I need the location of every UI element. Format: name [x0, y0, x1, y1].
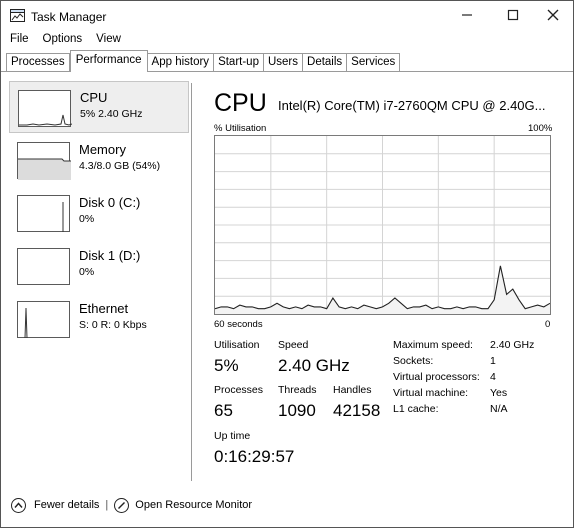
utilisation-label: Utilisation: [214, 339, 260, 351]
spec-key: Maximum speed:: [393, 339, 473, 351]
memory-thumbnail-graph: [17, 142, 71, 180]
panel-divider: [191, 83, 192, 481]
spec-value: N/A: [490, 403, 508, 415]
spec-value: 2.40 GHz: [490, 339, 535, 351]
sidebar-item-value: 0%: [79, 266, 95, 278]
speed-label: Speed: [278, 339, 309, 351]
tab-app-history[interactable]: App history: [147, 53, 215, 72]
sidebar-item-label: Ethernet: [79, 301, 129, 316]
footer: Fewer details | Open Resource Monitor: [11, 496, 252, 514]
window-title: Task Manager: [31, 10, 107, 24]
graph-max-label: 100%: [528, 123, 553, 134]
menu-file[interactable]: File: [6, 31, 33, 49]
tab-details[interactable]: Details: [303, 53, 348, 72]
maximize-button[interactable]: [491, 1, 535, 29]
cpu-utilisation-graph: [214, 135, 551, 315]
sidebar-item-disk-0[interactable]: Disk 0 (C:) 0%: [9, 187, 189, 239]
resource-monitor-icon[interactable]: [114, 497, 130, 513]
fewer-details-link[interactable]: Fewer details: [34, 499, 99, 511]
menu-bar: File Options View: [1, 31, 573, 49]
sidebar-item-label: Memory: [79, 142, 126, 157]
handles-value: 42158: [333, 401, 381, 420]
processes-value: 65: [214, 401, 233, 420]
maximize-icon: [507, 9, 519, 21]
utilisation-value: 5%: [214, 356, 239, 375]
spec-value: Yes: [490, 387, 508, 399]
spec-key: Virtual machine:: [393, 387, 469, 399]
uptime-label: Up time: [214, 430, 251, 442]
sidebar-item-cpu[interactable]: CPU 5% 2.40 GHz: [9, 81, 189, 133]
threads-label: Threads: [278, 384, 317, 396]
minimize-icon: [462, 14, 472, 16]
sidebar-item-value: S: 0 R: 0 Kbps: [79, 319, 147, 331]
ethernet-thumbnail-graph: [17, 301, 70, 339]
graph-axis-left-label: 60 seconds: [214, 319, 263, 330]
sidebar-item-memory[interactable]: Memory 4.3/8.0 GB (54%): [9, 134, 189, 186]
tab-start-up[interactable]: Start-up: [214, 53, 264, 72]
spec-key: L1 cache:: [393, 403, 439, 415]
title-bar: Task Manager: [1, 1, 573, 31]
footer-separator: |: [105, 499, 109, 511]
close-button[interactable]: [531, 1, 573, 29]
menu-options[interactable]: Options: [39, 31, 87, 49]
open-resource-monitor-link[interactable]: Open Resource Monitor: [135, 499, 252, 511]
tab-processes[interactable]: Processes: [6, 53, 70, 72]
tab-services[interactable]: Services: [347, 53, 401, 72]
sidebar-item-disk-1[interactable]: Disk 1 (D:) 0%: [9, 240, 189, 292]
cpu-model: Intel(R) Core(TM) i7-2760QM CPU @ 2.40G.…: [278, 98, 546, 113]
disk-0-thumbnail-graph: [17, 195, 70, 232]
menu-view[interactable]: View: [92, 31, 125, 49]
task-manager-window: Task Manager File Options View Processes…: [0, 0, 574, 528]
spec-key: Sockets:: [393, 355, 434, 367]
tab-users[interactable]: Users: [263, 53, 304, 72]
processes-label: Processes: [214, 384, 264, 396]
disk-1-thumbnail-graph: [17, 248, 70, 285]
speed-value: 2.40 GHz: [278, 356, 350, 375]
sidebar-item-value: 0%: [79, 213, 95, 225]
graph-label: % Utilisation: [214, 123, 267, 134]
sidebar-item-value: 4.3/8.0 GB (54%): [79, 160, 161, 172]
spec-value: 1: [490, 355, 496, 367]
cpu-thumbnail-graph: [18, 90, 72, 127]
spec-key: Virtual processors:: [393, 371, 480, 383]
sidebar-item-label: Disk 0 (C:): [79, 195, 141, 210]
sidebar-item-ethernet[interactable]: Ethernet S: 0 R: 0 Kbps: [9, 293, 189, 345]
close-icon: [547, 9, 559, 21]
spec-value: 4: [490, 371, 496, 383]
minimize-button[interactable]: [445, 1, 489, 29]
tab-performance[interactable]: Performance: [69, 50, 148, 72]
graph-axis-right-label: 0: [545, 319, 551, 330]
panel-title: CPU: [214, 89, 267, 117]
uptime-value: 0:16:29:57: [214, 447, 295, 466]
sidebar-item-value: 5% 2.40 GHz: [80, 108, 143, 120]
task-manager-icon: [10, 9, 26, 23]
tab-bar: Processes Performance App history Start-…: [6, 50, 401, 72]
threads-value: 1090: [278, 401, 316, 420]
sidebar-item-label: Disk 1 (D:): [79, 248, 141, 263]
sidebar-item-label: CPU: [80, 90, 108, 105]
handles-label: Handles: [333, 384, 372, 396]
chevron-up-icon[interactable]: [11, 497, 26, 513]
